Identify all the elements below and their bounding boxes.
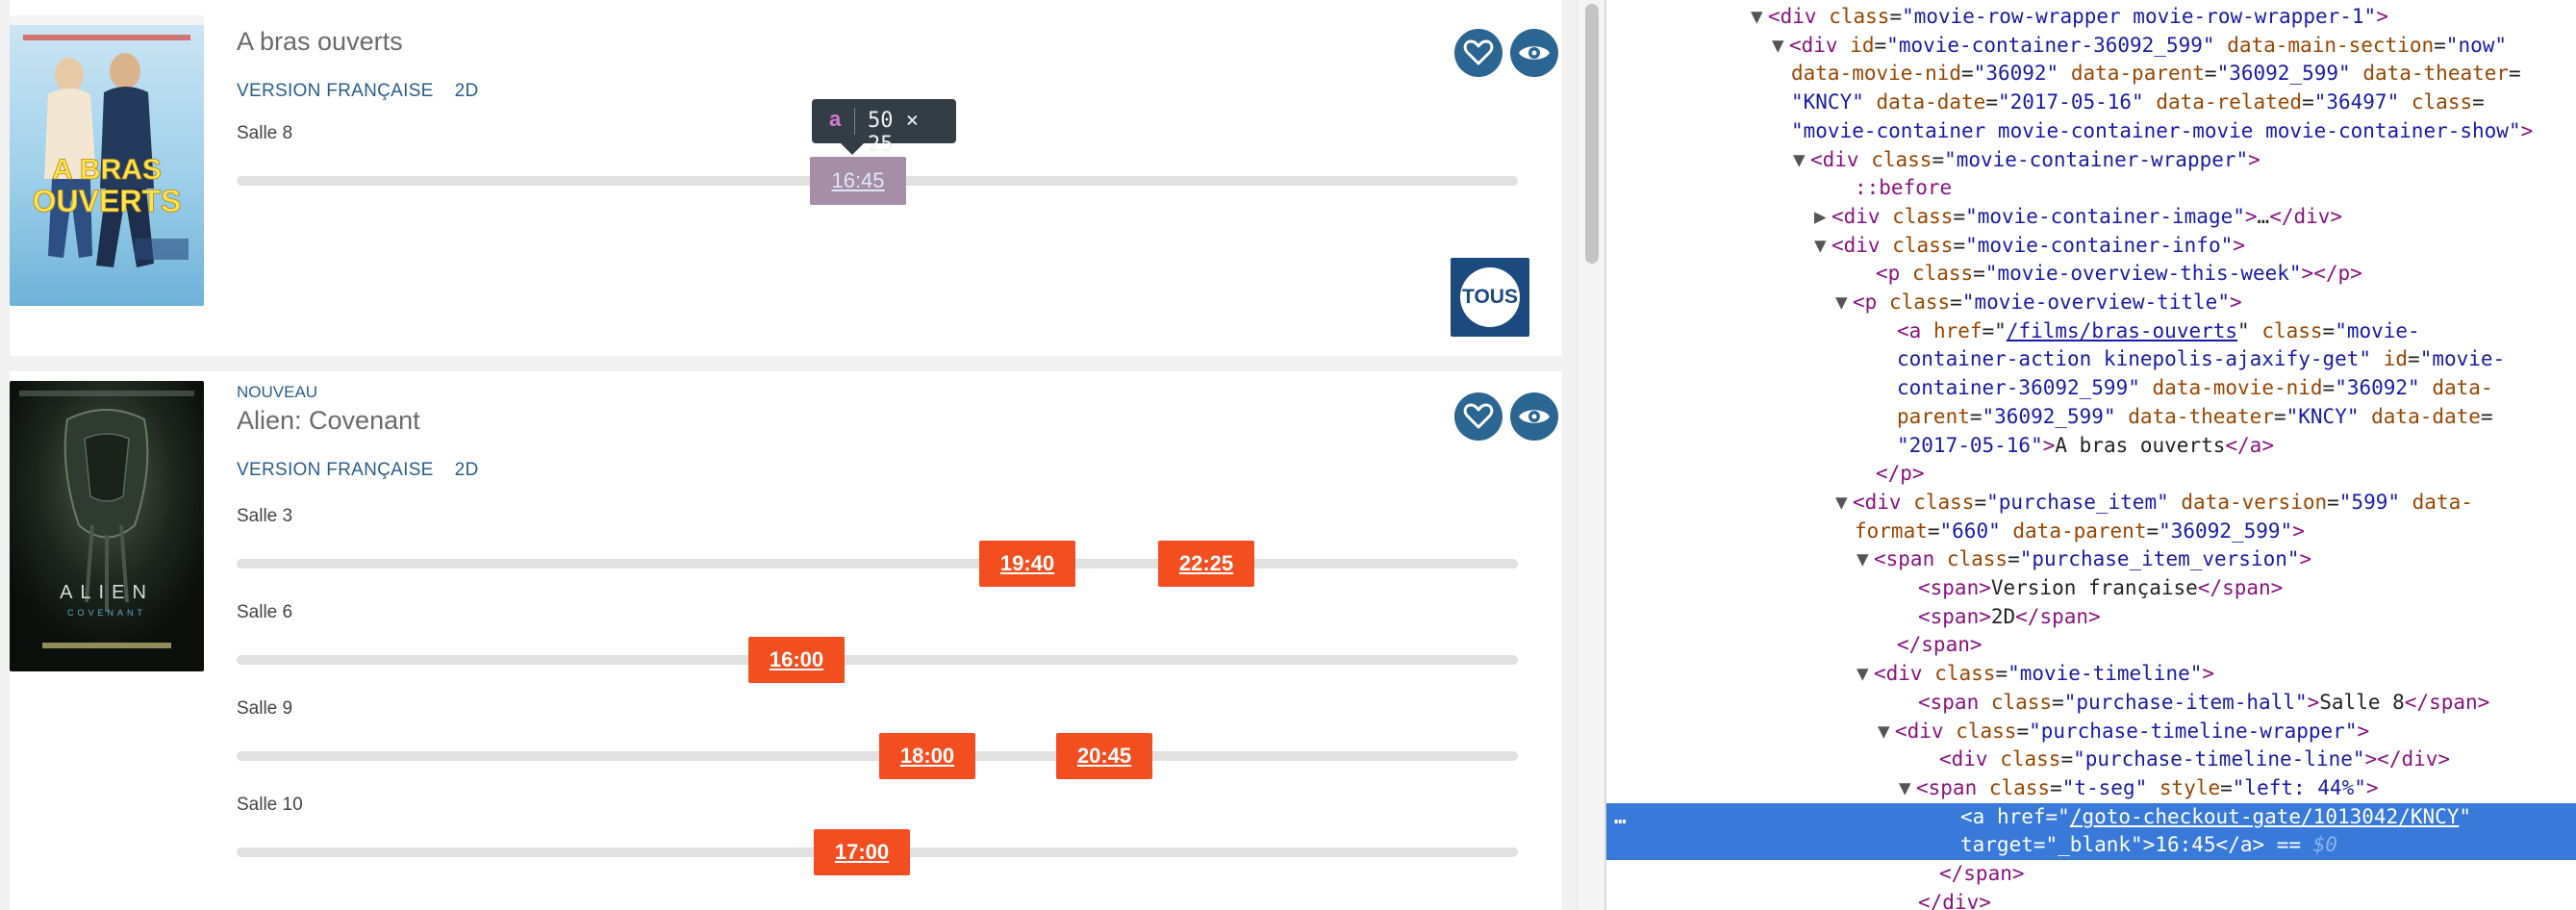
dom-node[interactable]: "KNCY" data-date="2017-05-16" data-relat… <box>1606 88 2576 117</box>
movie-info: A bras ouverts VERSION FRANÇAISE 2D Salle… <box>237 0 1562 356</box>
dom-node[interactable]: ▼ <div class="purchase-timeline-wrapper"> <box>1606 718 2576 746</box>
hall-label: Salle 6 <box>237 602 293 622</box>
version-format: VERSION FRANÇAISE 2D <box>237 460 479 481</box>
inspector-tooltip: a 50 × 25 <box>812 99 956 157</box>
dom-node[interactable]: </div> <box>1606 889 2576 910</box>
expand-triangle-icon[interactable]: ▼ <box>1793 146 1810 175</box>
dom-node[interactable]: "movie-container movie-container-movie m… <box>1606 117 2576 146</box>
timeline-line <box>237 559 1518 569</box>
movie-poster[interactable]: A BRAS OUVERTS <box>10 15 204 306</box>
dom-node[interactable]: <span>2D</span> <box>1606 603 2576 632</box>
expand-triangle-icon[interactable]: ▼ <box>1751 3 1768 32</box>
dom-node[interactable]: ▼ <div class="movie-row-wrapper movie-row… <box>1606 3 2576 32</box>
format-label: 2D <box>454 460 479 480</box>
expand-triangle-icon[interactable]: ▼ <box>1878 718 1895 746</box>
movie-card-a-bras-ouverts: A BRAS OUVERTS A bras ouverts VERSION FR… <box>10 0 1562 356</box>
showtime-link[interactable]: 17:00 <box>814 829 910 875</box>
tooltip-arrow <box>841 143 864 155</box>
dom-node[interactable]: ▼ <span class="t-seg" style="left: 44%"> <box>1606 774 2576 803</box>
hall-label: Salle 3 <box>237 506 293 526</box>
expand-triangle-icon[interactable]: ▼ <box>1835 289 1853 317</box>
showtime-link[interactable]: 16:45 <box>810 157 906 205</box>
expand-triangle-icon[interactable]: ▼ <box>1856 545 1874 574</box>
heart-icon <box>1463 39 1494 65</box>
dom-node[interactable]: "2017-05-16">A bras ouverts</a> <box>1606 432 2576 461</box>
dom-node[interactable]: container-36092_599" data-movie-nid="360… <box>1606 374 2576 403</box>
dom-node[interactable]: ▼ <div class="movie-timeline"> <box>1606 660 2576 689</box>
dom-node[interactable]: ▼ <div class="movie-container-info"> <box>1606 232 2576 261</box>
showtime-link[interactable]: 16:00 <box>748 637 845 683</box>
timeline-line <box>237 751 1518 761</box>
showtime-link[interactable]: 18:00 <box>879 733 975 779</box>
watch-button[interactable] <box>1510 392 1558 441</box>
hall-label: Salle 10 <box>237 795 303 815</box>
tooltip-size: 50 × 25 <box>868 109 919 157</box>
dom-node[interactable]: <span class="purchase-item-hall">Salle 8… <box>1606 689 2576 718</box>
showtime-link[interactable]: 19:40 <box>979 541 1075 587</box>
dom-node[interactable]: ▼ <div class="purchase_item" data-version… <box>1606 489 2576 518</box>
expand-triangle-icon[interactable]: ▼ <box>1856 660 1874 689</box>
svg-text:ALIEN: ALIEN <box>60 582 154 603</box>
favorite-button[interactable] <box>1454 29 1503 77</box>
showtime-link[interactable]: 20:45 <box>1056 733 1152 779</box>
dom-node[interactable]: data-movie-nid="36092" data-parent="3609… <box>1606 60 2576 88</box>
dom-node[interactable]: </span> <box>1606 631 2576 660</box>
movie-card-alien-covenant: ALIEN COVENANT NOUVEAU Alien: Covenant V… <box>10 371 1562 910</box>
dom-node[interactable]: ▶ <div class="movie-container-image">…</d… <box>1606 203 2576 232</box>
svg-text:COVENANT: COVENANT <box>67 608 146 618</box>
node-actions-icon[interactable]: … <box>1614 803 1627 832</box>
dom-node[interactable]: ▼ <p class="movie-overview-title"> <box>1606 289 2576 317</box>
showtime-link[interactable]: 22:25 <box>1158 541 1254 587</box>
expand-triangle-icon[interactable]: ▼ <box>1899 774 1916 803</box>
new-tag: NOUVEAU <box>237 383 318 401</box>
eye-icon <box>1519 46 1550 60</box>
watch-button[interactable] <box>1510 29 1558 77</box>
dom-node[interactable]: ::before <box>1606 174 2576 203</box>
dom-node[interactable]: <p class="movie-overview-this-week"></p> <box>1606 260 2576 289</box>
expand-triangle-icon[interactable]: ▶ <box>1814 203 1831 232</box>
dom-node[interactable]: <span>Version française</span> <box>1606 574 2576 603</box>
rating-badge-label: TOUS <box>1460 267 1520 327</box>
dom-node[interactable]: ▼ <div id="movie-container-36092_599" dat… <box>1606 32 2576 61</box>
eye-icon <box>1519 410 1550 423</box>
version-label: VERSION FRANÇAISE <box>237 81 434 101</box>
page-scrollbar[interactable] <box>1578 0 1604 910</box>
tooltip-tag: a <box>829 107 842 131</box>
dom-node[interactable]: ▼ <div class="movie-container-wrapper"> <box>1606 146 2576 175</box>
heart-icon <box>1463 403 1494 429</box>
movie-title[interactable]: Alien: Covenant <box>237 406 420 436</box>
dom-node[interactable]: container-action kinepolis-ajaxify-get" … <box>1606 345 2576 374</box>
hall-label: Salle 8 <box>237 123 293 143</box>
scrollbar-thumb[interactable] <box>1585 4 1599 264</box>
dom-node[interactable]: </span> <box>1606 860 2576 889</box>
format-label: 2D <box>454 81 479 101</box>
devtools-elements-panel: ▼ <div class="movie-row-wrapper movie-row… <box>1606 0 2576 910</box>
favorite-button[interactable] <box>1454 392 1503 441</box>
svg-text:A BRAS: A BRAS <box>52 154 162 186</box>
dom-node[interactable]: parent="36092_599" data-theater="KNCY" d… <box>1606 403 2576 432</box>
version-label: VERSION FRANÇAISE <box>237 460 434 480</box>
website-viewport: A BRAS OUVERTS A bras ouverts VERSION FR… <box>0 0 1578 910</box>
svg-text:OUVERTS: OUVERTS <box>33 184 182 218</box>
expand-triangle-icon[interactable]: ▼ <box>1772 32 1789 61</box>
expand-triangle-icon[interactable]: ▼ <box>1814 232 1831 261</box>
timeline-line <box>237 655 1518 665</box>
dom-node[interactable]: <a href="/films/bras-ouverts" class="mov… <box>1606 317 2576 346</box>
dom-node[interactable]: <div class="purchase-timeline-line"></di… <box>1606 746 2576 774</box>
dom-node[interactable]: </p> <box>1606 460 2576 489</box>
movie-info: NOUVEAU Alien: Covenant VERSION FRANÇAIS… <box>237 371 1562 910</box>
dom-node[interactable]: ▼ <span class="purchase_item_version"> <box>1606 545 2576 574</box>
hall-label: Salle 9 <box>237 698 293 719</box>
rating-badge: TOUS <box>1451 258 1529 337</box>
dom-node[interactable]: format="660" data-parent="36092_599"> <box>1606 518 2576 546</box>
expand-triangle-icon[interactable]: ▼ <box>1835 489 1853 518</box>
tooltip-divider <box>854 108 855 135</box>
version-format: VERSION FRANÇAISE 2D <box>237 81 479 102</box>
dom-node-selected[interactable]: target="_blank">16:45</a> == $0 <box>1606 831 2576 861</box>
movie-title[interactable]: A bras ouverts <box>237 27 403 57</box>
dom-node-selected[interactable]: <a href="/goto-checkout-gate/1013042/KNC… <box>1606 802 2576 832</box>
movie-poster[interactable]: ALIEN COVENANT <box>10 381 204 671</box>
